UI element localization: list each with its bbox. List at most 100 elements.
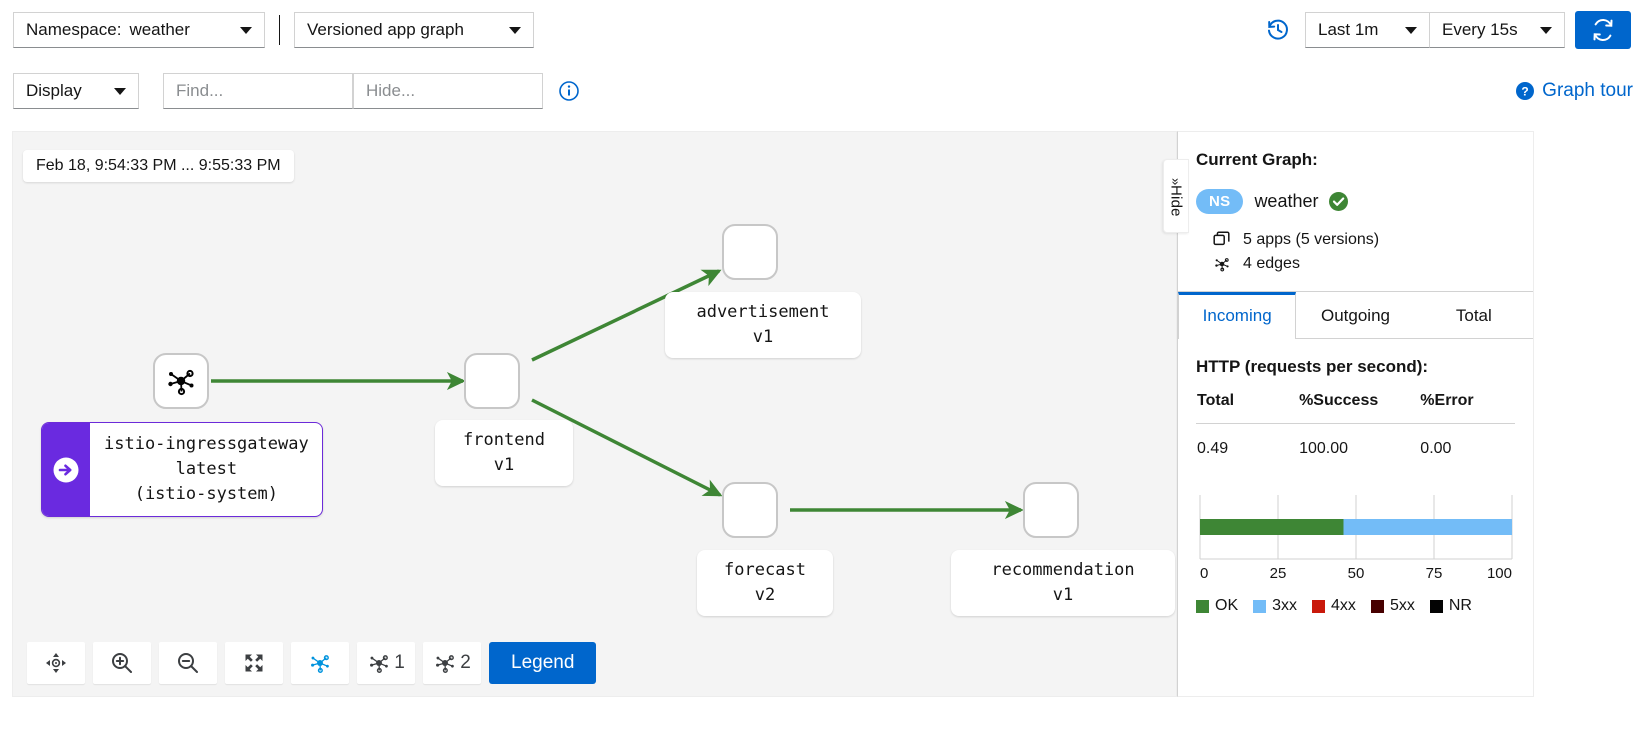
hide-input[interactable]	[353, 73, 543, 109]
chart-legend-item-5xx[interactable]: 5xx	[1370, 597, 1415, 615]
gateway-badge	[42, 423, 90, 516]
main-content: Feb 18, 9:54:33 PM ... 9:55:33 PM istio-…	[12, 131, 1633, 697]
layout-2-label: 2	[460, 652, 471, 673]
namespace-select[interactable]: Namespace: weather	[13, 12, 265, 48]
find-input[interactable]	[163, 73, 353, 109]
chart-tick-label: 25	[1270, 565, 1287, 582]
edges-count-text: 4 edges	[1243, 255, 1300, 272]
refresh-button[interactable]	[1575, 11, 1631, 49]
chart-legend-swatch	[1429, 599, 1443, 613]
layout-graph-icon	[311, 655, 329, 673]
node-label-frontend[interactable]: frontend v1	[435, 420, 573, 486]
node-recommendation[interactable]	[1023, 482, 1079, 538]
chart-legend-item-4xx[interactable]: 4xx	[1312, 597, 1356, 615]
node-label-recommendation[interactable]: recommendation v1	[951, 550, 1175, 616]
chart-legend-item-NR[interactable]: NR	[1429, 597, 1472, 615]
history-icon[interactable]	[1265, 17, 1291, 43]
node-version: v2	[754, 585, 776, 605]
display-select[interactable]: Display	[13, 73, 139, 109]
arrow-right-circle-icon	[53, 457, 79, 482]
edges-count-row: 4 edges	[1212, 254, 1515, 274]
display-label: Display	[26, 81, 82, 100]
node-label-forecast[interactable]: forecast v2	[697, 550, 833, 616]
tab-incoming[interactable]: Incoming	[1178, 292, 1297, 339]
metrics-tabs: Incoming Outgoing Total	[1178, 292, 1533, 339]
fit-to-screen-button[interactable]	[225, 642, 283, 684]
chevron-down-icon	[509, 26, 521, 34]
chart-legend-swatch	[1196, 599, 1209, 613]
toolbar-divider	[279, 15, 280, 45]
toolbar-right-group: Last 1m Every 15s	[1265, 11, 1645, 49]
namespace-label: Namespace:	[26, 20, 122, 39]
node-advertisement[interactable]	[722, 224, 778, 280]
node-version: v1	[752, 327, 774, 347]
gateway-node-text: istio-ingressgateway latest (istio-syste…	[90, 423, 322, 516]
apps-count-text: 5 apps (5 versions)	[1243, 231, 1380, 248]
applications-icon	[1212, 230, 1232, 250]
chart-tick-label: 75	[1426, 565, 1443, 582]
chart-legend-label: OK	[1215, 597, 1239, 614]
toolbar-left-group: Namespace: weather Versioned app graph	[0, 12, 534, 48]
graph-tour-button[interactable]: ? Graph tour	[1515, 80, 1633, 102]
chart-legend-item-OK[interactable]: OK	[1196, 597, 1238, 615]
col-success: %Success	[1298, 391, 1420, 424]
col-error: %Error	[1419, 391, 1515, 424]
chevron-down-icon	[1405, 26, 1417, 34]
graph-canvas[interactable]: Feb 18, 9:54:33 PM ... 9:55:33 PM istio-…	[12, 131, 1177, 697]
help-circle-icon: ?	[1515, 81, 1535, 101]
node-version: v1	[1052, 585, 1074, 605]
duration-select[interactable]: Last 1m	[1305, 12, 1429, 48]
graph-type-select[interactable]: Versioned app graph	[294, 12, 534, 48]
node-name: frontend	[463, 430, 545, 450]
cell-success: 100.00	[1299, 440, 1349, 457]
layout-default-button[interactable]	[291, 642, 349, 684]
graph-type-value: Versioned app graph	[307, 20, 464, 39]
chart-legend-label: 5xx	[1389, 597, 1415, 614]
metrics-table-header-row: Total %Success %Error	[1196, 391, 1515, 424]
node-version: latest	[175, 459, 238, 479]
graph-filter-toolbar: Display ? Graph tour	[0, 62, 1645, 120]
chart-legend-label: 3xx	[1272, 597, 1298, 614]
layout-1-label: 1	[394, 652, 405, 673]
node-label-istio-ingressgateway[interactable]: istio-ingressgateway latest (istio-syste…	[41, 422, 323, 517]
chevron-down-icon	[114, 87, 126, 95]
node-version: v1	[493, 455, 515, 475]
layout-1-button[interactable]: 1	[357, 642, 415, 684]
top-toolbar: Namespace: weather Versioned app graph L…	[0, 0, 1645, 60]
chart-legend-label: NR	[1448, 597, 1472, 614]
info-circle-icon[interactable]	[559, 81, 579, 101]
chart-legend-item-3xx[interactable]: 3xx	[1253, 597, 1297, 615]
zoom-in-icon	[112, 653, 132, 673]
tab-total[interactable]: Total	[1415, 292, 1533, 338]
node-forecast[interactable]	[722, 482, 778, 538]
zoom-out-button[interactable]	[159, 642, 217, 684]
chart-tick-label: 100	[1487, 565, 1512, 582]
node-label-advertisement[interactable]: advertisement v1	[665, 292, 861, 358]
chart-legend-label: 4xx	[1331, 597, 1356, 614]
chart-tick-label: 0	[1200, 565, 1208, 582]
summary-panel: Current Graph: NS weather 5 apps (5 vers…	[1177, 131, 1534, 697]
node-name: recommendation	[991, 560, 1135, 580]
refresh-interval-select[interactable]: Every 15s	[1429, 12, 1565, 48]
pan-drag-icon-button[interactable]	[27, 642, 85, 684]
layout-2-button[interactable]: 2	[423, 642, 481, 684]
namespace-name: weather	[1254, 191, 1319, 211]
tab-outgoing[interactable]: Outgoing	[1296, 292, 1414, 338]
legend-button[interactable]: Legend	[489, 642, 597, 684]
graph-controls-toolbar: 1 2 Legend	[27, 642, 597, 684]
node-namespace: (istio-system)	[134, 484, 278, 504]
node-name: istio-ingressgateway	[104, 434, 309, 454]
graph-tour-label: Graph tour	[1542, 80, 1633, 101]
node-frontend[interactable]	[464, 353, 520, 409]
hide-panel-tab[interactable]: » Hide	[1163, 159, 1189, 233]
node-istio-ingressgateway[interactable]	[153, 353, 209, 409]
chart-legend-swatch	[1312, 599, 1326, 613]
cell-error: 0.00	[1420, 440, 1452, 457]
hide-panel-label: Hide	[1167, 184, 1185, 217]
namespace-value: weather	[129, 20, 190, 39]
zoom-in-button[interactable]	[93, 642, 151, 684]
response-code-chart: 0 25 50 75 100	[1196, 485, 1515, 589]
chevron-double-right-icon: »	[1168, 177, 1184, 185]
svg-text:?: ?	[1522, 85, 1529, 99]
chart-legend-swatch	[1253, 599, 1267, 613]
